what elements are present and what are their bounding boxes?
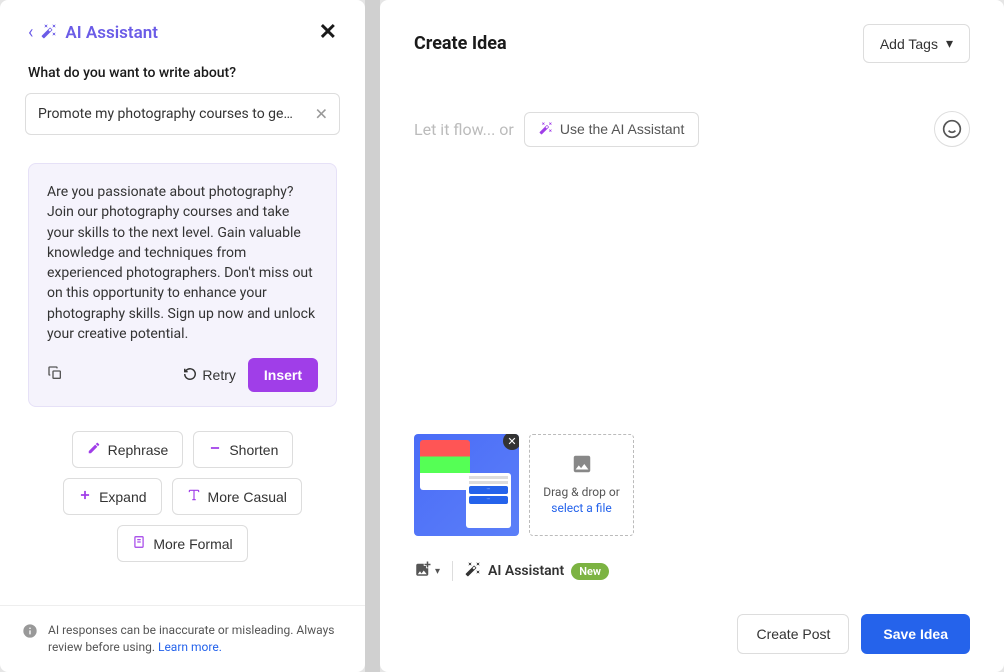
add-tags-button[interactable]: Add Tags ▾ xyxy=(863,24,970,63)
page-title: Create Idea xyxy=(414,33,507,54)
create-idea-panel: Create Idea Add Tags ▾ Let it flow... or… xyxy=(380,0,1004,672)
back-chevron-icon[interactable]: ‹ xyxy=(28,22,33,43)
casual-icon xyxy=(187,488,201,505)
image-icon xyxy=(571,453,593,481)
toolbar-divider xyxy=(452,561,453,581)
create-post-button[interactable]: Create Post xyxy=(737,614,849,654)
save-idea-button[interactable]: Save Idea xyxy=(861,614,970,654)
expand-icon xyxy=(78,488,92,505)
more-casual-button[interactable]: More Casual xyxy=(172,478,302,515)
prompt-input[interactable]: Promote my photography courses to ge… xyxy=(25,93,340,135)
clear-input-icon[interactable]: ✕ xyxy=(315,105,328,124)
select-file-link[interactable]: select a file xyxy=(551,501,611,515)
panel-title: AI Assistant xyxy=(65,23,158,43)
ai-assistant-toolbar-button[interactable]: AI Assistant New xyxy=(465,561,609,581)
wand-icon xyxy=(41,23,57,43)
shorten-icon xyxy=(208,441,222,458)
ai-assistant-panel: ‹ AI Assistant ✕ What do you want to wri… xyxy=(0,0,365,672)
formal-icon xyxy=(132,535,146,552)
file-dropzone[interactable]: Drag & drop or select a file xyxy=(529,434,634,536)
rephrase-button[interactable]: Rephrase xyxy=(72,431,184,468)
image-dropdown[interactable]: ▾ xyxy=(414,560,440,582)
insert-button[interactable]: Insert xyxy=(248,358,318,392)
chevron-down-icon: ▾ xyxy=(946,35,953,52)
media-thumbnail[interactable]: ··· ··· ✕ xyxy=(414,434,519,536)
retry-icon xyxy=(183,367,197,384)
chevron-down-icon: ▾ xyxy=(435,566,440,577)
emoji-picker-button[interactable] xyxy=(934,111,970,147)
copy-icon[interactable] xyxy=(47,365,63,385)
more-formal-button[interactable]: More Formal xyxy=(117,525,247,562)
content-placeholder[interactable]: Let it flow... or xyxy=(414,120,514,139)
shorten-button[interactable]: Shorten xyxy=(193,431,293,468)
remove-thumbnail-icon[interactable]: ✕ xyxy=(503,434,519,450)
expand-button[interactable]: Expand xyxy=(63,478,161,515)
wand-icon xyxy=(539,121,553,138)
wand-icon xyxy=(465,561,481,581)
learn-more-link[interactable]: Learn more. xyxy=(158,640,222,654)
info-icon xyxy=(22,623,38,643)
result-text: Are you passionate about photography? Jo… xyxy=(47,182,318,344)
panel-divider xyxy=(365,0,380,672)
disclaimer: AI responses can be inaccurate or mislea… xyxy=(0,605,365,672)
close-icon[interactable]: ✕ xyxy=(319,20,337,45)
prompt-label: What do you want to write about? xyxy=(28,65,337,81)
rephrase-icon xyxy=(87,441,101,458)
retry-button[interactable]: Retry xyxy=(183,367,235,384)
new-badge: New xyxy=(571,563,609,580)
result-card: Are you passionate about photography? Jo… xyxy=(28,163,337,407)
image-plus-icon xyxy=(414,560,432,582)
use-ai-assistant-button[interactable]: Use the AI Assistant xyxy=(524,112,700,147)
